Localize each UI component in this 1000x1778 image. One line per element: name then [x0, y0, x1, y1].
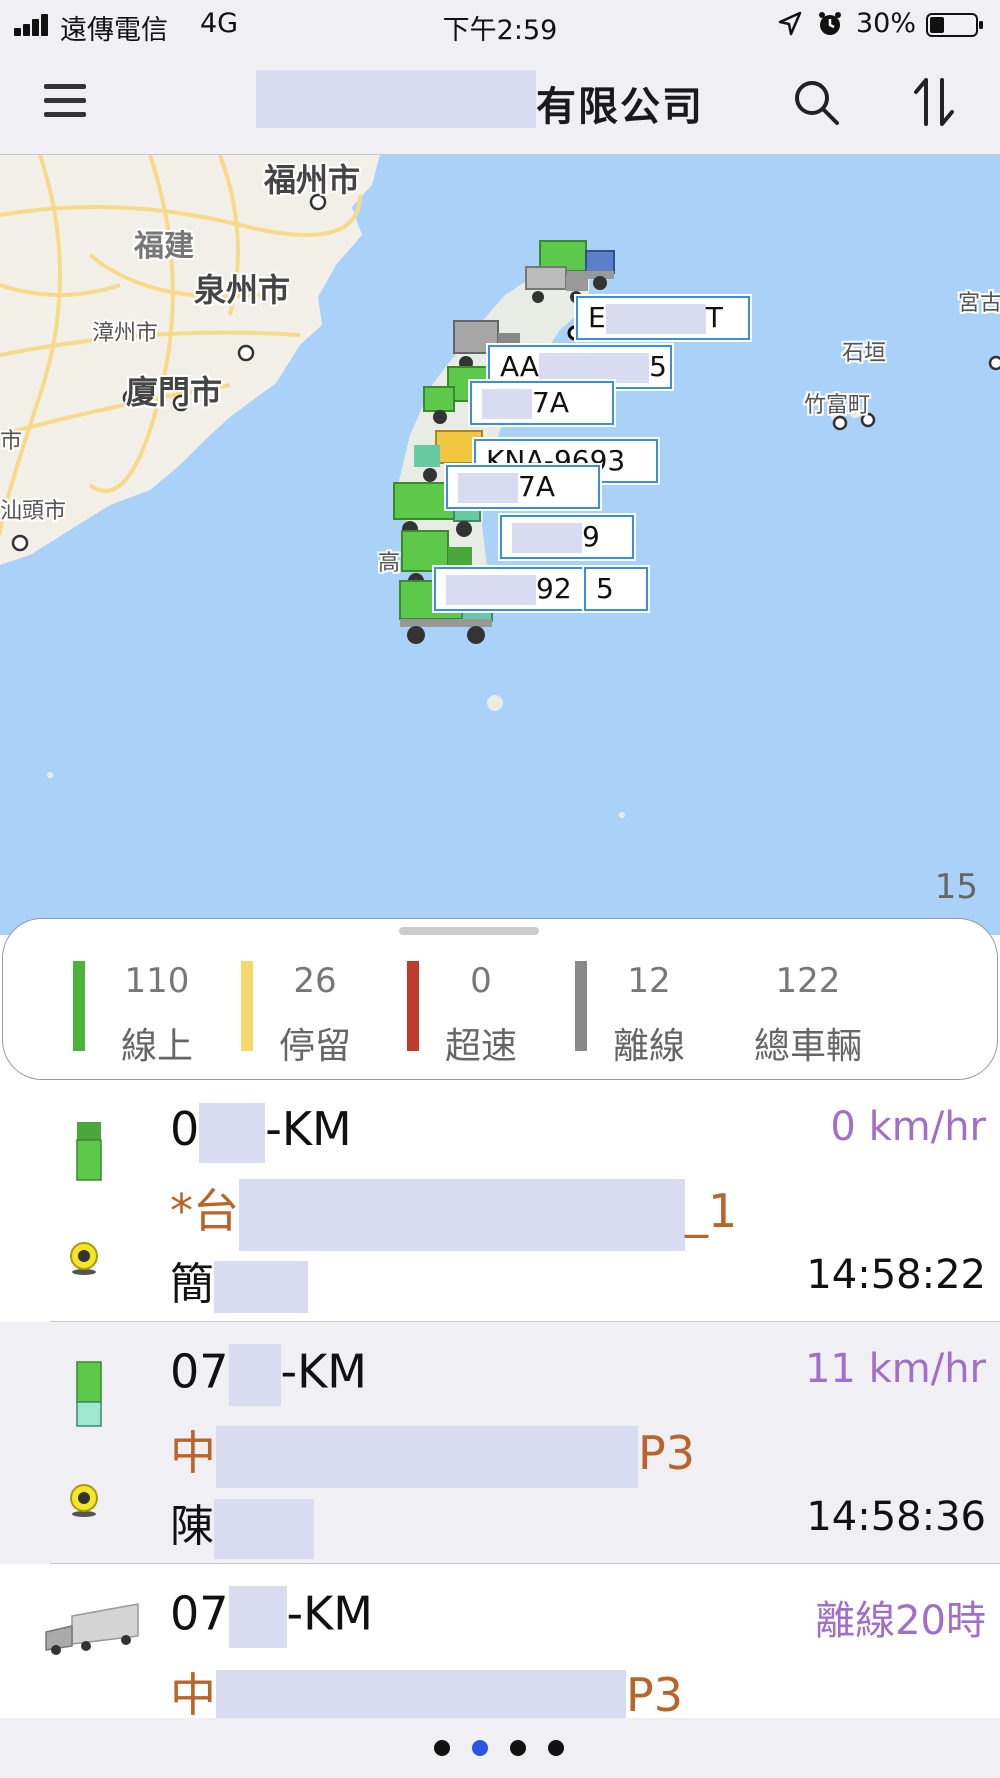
vehicle-driver: 簡 — [170, 1248, 308, 1313]
vehicle-row[interactable]: 07 -KM 離線20時 中 P3 — [0, 1564, 1000, 1720]
vehicle-driver: 陳 — [170, 1490, 314, 1559]
total-count: 122 — [775, 961, 841, 1001]
map-label-fujian: 福建 — [134, 229, 194, 264]
redacted-company-name — [256, 70, 536, 128]
page-indicator — [0, 1718, 1000, 1778]
speeding-count: 0 — [470, 961, 492, 1001]
page-title: 有限公司 — [536, 84, 704, 130]
sort-icon[interactable] — [910, 74, 960, 130]
online-color-bar — [73, 961, 85, 1051]
status-bar: 遠傳電信 4G 下午2:59 30% — [0, 0, 1000, 50]
map-plate-label[interactable]: 92 — [434, 567, 598, 611]
fleet-summary-panel: 110 線上 26 停留 0 超速 12 離線 122 總車輛 — [2, 918, 998, 1080]
webcam-icon — [70, 1484, 98, 1517]
map-label-zhangzhou: 漳州市 — [92, 321, 159, 346]
hamburger-menu-icon[interactable] — [44, 80, 90, 124]
vehicle-list: 0 -KM 0 km/hr *台 _1 簡 14:58:22 07 -KM 11 km… — [0, 1080, 1000, 1720]
vehicle-plate: 07 -KM — [170, 1586, 373, 1648]
map-zoom-count: 15 — [934, 867, 978, 907]
map-label-kaohsiung: 高 — [378, 551, 401, 576]
stopped-label: 停留 — [278, 1026, 351, 1067]
battery-icon — [926, 13, 983, 37]
fleet-map[interactable]: 福州市 福建 泉州市 漳州市 廈門市 市 汕頭市 石垣 竹富町 宮古 高 E T… — [0, 155, 1000, 935]
alarm-icon — [819, 12, 841, 35]
green-truck-icon — [76, 1122, 102, 1181]
map-plate-label[interactable]: 9 — [500, 515, 634, 559]
green-truck-icon — [76, 1361, 102, 1427]
vehicle-plate: 07 -KM — [170, 1344, 367, 1406]
vehicle-row[interactable]: 0 -KM 0 km/hr *台 _1 簡 14:58:22 — [0, 1080, 1000, 1322]
page-dot[interactable] — [434, 1740, 450, 1756]
nav-bar: 有限公司 — [0, 50, 1000, 155]
online-label: 線上 — [120, 1026, 193, 1067]
map-label-shantou: 汕頭市 — [0, 499, 67, 524]
map-label-quanzhou: 泉州市 — [194, 271, 291, 309]
vehicle-status: 離線20時 — [815, 1598, 986, 1644]
map-label-xiamen: 廈門市 — [126, 373, 223, 411]
vehicle-timestamp: 14:58:36 — [806, 1494, 986, 1540]
map-label-taketomi: 竹富町 — [804, 393, 871, 418]
battery-percent: 30% — [856, 8, 917, 39]
offline-count: 12 — [627, 961, 671, 1001]
status-time: 下午2:59 — [442, 15, 558, 46]
location-arrow-icon — [778, 11, 802, 36]
vehicle-plate: 0 -KM — [170, 1102, 352, 1163]
vehicle-route: 中 P3 — [170, 1417, 695, 1488]
page-dot[interactable] — [510, 1740, 526, 1756]
map-label-miyako: 宮古 — [958, 291, 1000, 316]
map-plate-label[interactable]: 7A — [470, 381, 614, 425]
map-label-fuzhou: 福州市 — [264, 161, 361, 199]
vehicle-speed: 0 km/hr — [830, 1104, 986, 1150]
vehicle-row[interactable]: 07 -KM 11 km/hr 中 P3 陳 14:58:36 — [0, 1322, 1000, 1564]
vehicle-timestamp: 14:58:22 — [806, 1252, 986, 1298]
map-label-city-edge: 市 — [0, 429, 23, 454]
page-dot-active[interactable] — [472, 1740, 488, 1756]
search-icon[interactable] — [792, 78, 840, 126]
stopped-count: 26 — [293, 961, 337, 1001]
vehicle-route: *台 _1 — [170, 1175, 737, 1251]
vehicle-route: 中 P3 — [170, 1659, 683, 1720]
grey-truck-icon — [45, 1603, 139, 1655]
drag-handle[interactable] — [399, 927, 539, 935]
map-plate-label[interactable]: ET — [576, 296, 750, 340]
offline-label: 離線 — [612, 1026, 685, 1067]
vehicle-speed: 11 km/hr — [804, 1346, 986, 1392]
webcam-icon — [70, 1242, 98, 1275]
map-label-ishigaki: 石垣 — [842, 341, 887, 366]
online-count: 110 — [124, 961, 190, 1001]
total-label: 總車輛 — [753, 1026, 862, 1067]
speeding-label: 超速 — [444, 1026, 517, 1067]
page-dot[interactable] — [548, 1740, 564, 1756]
map-plate-label[interactable]: 7A — [446, 465, 600, 509]
map-plate-label[interactable]: 5 — [584, 567, 648, 611]
